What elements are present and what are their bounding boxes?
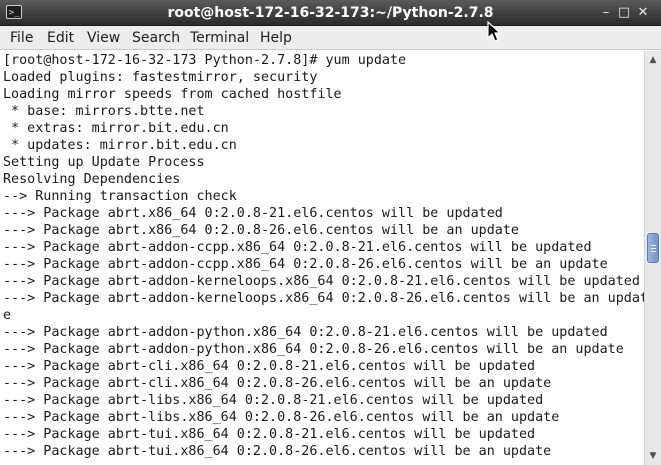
terminal-line: ---> Package abrt-tui.x86_64 0:2.0.8-21.… — [3, 427, 536, 442]
terminal-output[interactable]: [root@host-172-16-32-173 Python-2.7.8]# … — [0, 51, 644, 465]
terminal-line: ---> Package abrt-libs.x86_64 0:2.0.8-26… — [3, 410, 560, 425]
terminal-line: Resolving Dependencies — [3, 172, 181, 187]
window-title: root@host-172-16-32-173:~/Python-2.7.8 — [167, 5, 494, 21]
terminal-line: ---> Package abrt-addon-kerneloops.x86_6… — [3, 291, 644, 306]
terminal-line: Loaded plugins: fastestmirror, security — [3, 70, 318, 85]
terminal-line: e — [3, 308, 12, 323]
menu-edit[interactable]: Edit — [44, 26, 77, 50]
terminal-line: Setting up Update Process — [3, 155, 205, 170]
close-button[interactable]: ✕ — [634, 4, 652, 22]
terminal-line: ---> Package abrt.x86_64 0:2.0.8-26.el6.… — [3, 223, 519, 238]
menu-search[interactable]: Search — [129, 26, 183, 50]
terminal-line: ---> Package abrt-addon-ccpp.x86_64 0:2.… — [3, 240, 592, 255]
terminal-line: --> Running transaction check — [3, 189, 237, 204]
terminal-line: ---> Package abrt-tui.x86_64 0:2.0.8-26.… — [3, 444, 552, 459]
terminal-line: ---> Package abrt.x86_64 0:2.0.8-21.el6.… — [3, 206, 503, 221]
maximize-button[interactable]: □ — [615, 4, 633, 22]
terminal-line: * updates: mirror.bit.edu.cn — [3, 138, 237, 153]
terminal-line: ---> Package abrt-cli.x86_64 0:2.0.8-21.… — [3, 359, 536, 374]
terminal-line: Loading mirror speeds from cached hostfi… — [3, 87, 342, 102]
vertical-scrollbar[interactable]: ▲ ▼ — [644, 51, 661, 465]
terminal-line: ---> Package abrt-addon-ccpp.x86_64 0:2.… — [3, 257, 608, 272]
scrollbar-thumb[interactable] — [647, 233, 659, 263]
title-bar[interactable]: >_ root@host-172-16-32-173:~/Python-2.7.… — [0, 0, 661, 26]
terminal-line: ---> Package abrt-addon-kerneloops.x86_6… — [3, 274, 640, 289]
terminal-line: * base: mirrors.btte.net — [3, 104, 205, 119]
menu-bar: File Edit View Search Terminal Help — [0, 26, 661, 50]
terminal-line: [root@host-172-16-32-173 Python-2.7.8]# … — [3, 53, 407, 68]
menu-help[interactable]: Help — [257, 26, 295, 50]
terminal-line: ---> Package abrt-cli.x86_64 0:2.0.8-26.… — [3, 376, 552, 391]
terminal-line: ---> Package abrt-addon-python.x86_64 0:… — [3, 342, 624, 357]
menu-terminal[interactable]: Terminal — [187, 26, 252, 50]
scroll-down-icon[interactable]: ▼ — [645, 449, 661, 463]
minimize-button[interactable]: – — [597, 4, 615, 22]
menu-file[interactable]: File — [7, 26, 36, 50]
terminal-line: ---> Package abrt-libs.x86_64 0:2.0.8-21… — [3, 393, 544, 408]
terminal-line: * extras: mirror.bit.edu.cn — [3, 121, 229, 136]
menu-view[interactable]: View — [84, 26, 123, 50]
scroll-up-icon[interactable]: ▲ — [645, 53, 661, 67]
terminal-line: ---> Package abrt-addon-python.x86_64 0:… — [3, 325, 608, 340]
mouse-pointer-icon — [487, 21, 502, 42]
